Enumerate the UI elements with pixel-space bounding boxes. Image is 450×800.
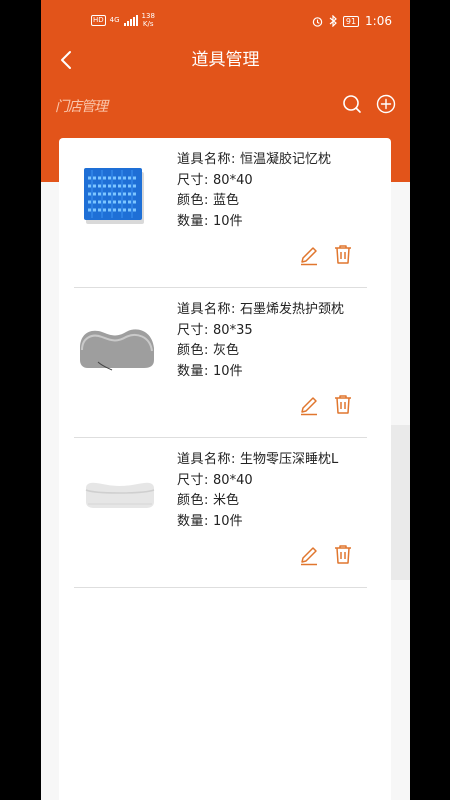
item-name: 石墨烯发热护颈枕 (240, 302, 345, 317)
edit-icon[interactable] (298, 244, 320, 266)
network-type: 4G (109, 16, 120, 24)
item-name: 生物零压深睡枕L (240, 452, 339, 467)
page-title: 道具管理 (191, 50, 260, 70)
search-icon[interactable] (341, 93, 363, 115)
qty-label: 数量: (177, 513, 209, 529)
name-label: 道具名称: (177, 152, 236, 167)
pillow-image (80, 329, 154, 371)
name-label: 道具名称: (177, 302, 236, 317)
network-speed: 138 K/s (142, 12, 155, 28)
item-size: 80*35 (213, 322, 253, 338)
status-bar: HD 4G 138 K/s 91 1:06 (41, 0, 410, 40)
status-right: 91 1:06 (312, 14, 392, 28)
delete-icon[interactable] (332, 393, 354, 415)
alarm-icon (312, 16, 323, 27)
size-label: 尺寸: (177, 472, 209, 488)
size-label: 尺寸: (177, 172, 209, 188)
item-info: 道具名称: 恒温凝胶记忆枕 尺寸: 80*40 颜色: 蓝色 数量: 10件 (177, 150, 331, 232)
store-management-label[interactable]: 门店管理 (55, 96, 108, 116)
list-item[interactable]: 道具名称: 石墨烯发热护颈枕 尺寸: 80*35 颜色: 灰色 数量: 10件 (74, 288, 367, 438)
app-screen: HD 4G 138 K/s 91 1:06 道具管理 门店管理 道具名称: 恒温… (41, 0, 410, 800)
color-label: 颜色: (177, 343, 209, 358)
pillow-image (84, 168, 144, 224)
name-label: 道具名称: (177, 452, 236, 467)
bluetooth-icon (329, 15, 337, 27)
status-left: HD 4G 138 K/s (91, 12, 155, 28)
signal-icon (123, 14, 138, 26)
item-info: 道具名称: 生物零压深睡枕L 尺寸: 80*40 颜色: 米色 数量: 10件 (177, 450, 338, 532)
delete-icon[interactable] (332, 243, 354, 265)
delete-icon[interactable] (332, 543, 354, 565)
list-item[interactable]: 道具名称: 生物零压深睡枕L 尺寸: 80*40 颜色: 米色 数量: 10件 (74, 438, 367, 588)
list-item[interactable]: 道具名称: 恒温凝胶记忆枕 尺寸: 80*40 颜色: 蓝色 数量: 10件 (74, 138, 367, 288)
edit-icon[interactable] (298, 544, 320, 566)
item-qty: 10件 (213, 363, 243, 379)
battery-icon: 91 (342, 15, 360, 27)
item-color: 米色 (213, 493, 240, 508)
color-label: 颜色: (177, 493, 209, 508)
add-circle-icon[interactable] (375, 93, 397, 115)
qty-label: 数量: (177, 213, 209, 229)
item-info: 道具名称: 石墨烯发热护颈枕 尺寸: 80*35 颜色: 灰色 数量: 10件 (177, 300, 344, 382)
qty-label: 数量: (177, 363, 209, 379)
pillow-image (85, 482, 155, 508)
item-list: 道具名称: 恒温凝胶记忆枕 尺寸: 80*40 颜色: 蓝色 数量: 10件 道… (59, 138, 391, 800)
scroll-edge (391, 425, 410, 580)
clock: 1:06 (365, 14, 392, 28)
speed-value: 138 (141, 12, 155, 20)
item-size: 80*40 (213, 472, 253, 488)
size-label: 尺寸: (177, 322, 209, 338)
edit-icon[interactable] (298, 394, 320, 416)
item-color: 蓝色 (213, 193, 240, 208)
hd-badge: HD (91, 14, 106, 26)
item-size: 80*40 (213, 172, 253, 188)
item-name: 恒温凝胶记忆枕 (240, 152, 332, 167)
item-qty: 10件 (213, 513, 243, 529)
item-color: 灰色 (213, 343, 240, 358)
speed-unit: K/s (142, 20, 154, 28)
item-qty: 10件 (213, 213, 243, 229)
color-label: 颜色: (177, 193, 209, 208)
